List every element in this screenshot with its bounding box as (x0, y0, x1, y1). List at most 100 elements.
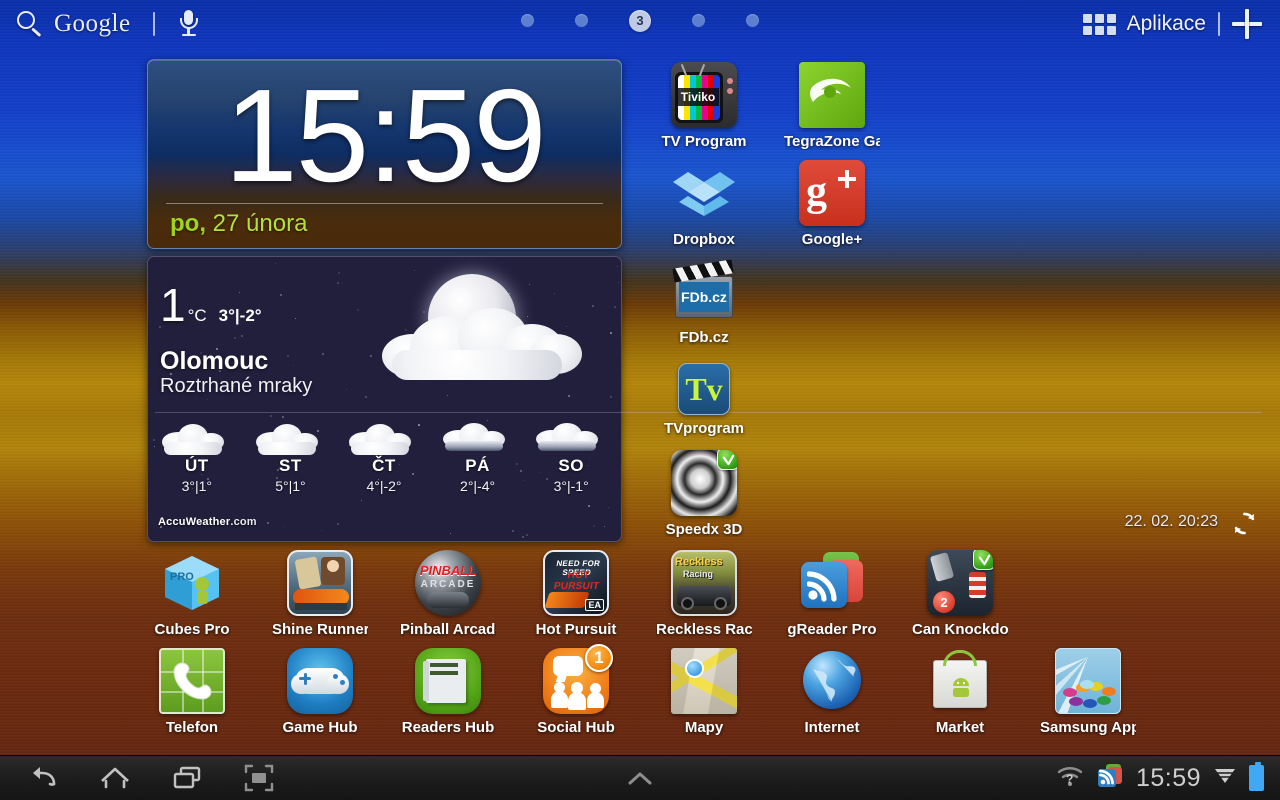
pinball-text: PINBALL (419, 563, 477, 578)
clock-divider (166, 203, 603, 204)
app-can-knockdown[interactable]: 2 Can Knockdov (912, 550, 1008, 638)
app-label: TegraZone Ga (784, 133, 880, 150)
app-reckless-racing[interactable]: Reckless Racing Reckless Racir (656, 550, 752, 638)
weather-high-low: 3°|-2° (218, 306, 262, 325)
app-label: Shine Runner (272, 621, 368, 638)
app-fdb[interactable]: FDb.cz FDb.cz (656, 258, 752, 346)
app-label: Dropbox (673, 231, 735, 248)
forecast-day-temps: 2°|-4° (460, 478, 496, 494)
system-navigation-bar: ? 15:59 (0, 755, 1280, 800)
app-greader-pro[interactable]: gReader Pro (784, 550, 880, 638)
forecast-day-3: PÁ 2°|-4° (431, 420, 525, 494)
app-tegrazone[interactable]: TegraZone Ga (784, 62, 880, 150)
can-knockdown-icon: 2 (927, 550, 993, 616)
page-dot-5[interactable] (746, 14, 759, 27)
page-dot-1[interactable] (521, 14, 534, 27)
weather-city: Olomouc (160, 347, 269, 375)
pinball-arcade-icon: PINBALL ARCADE (415, 550, 481, 616)
app-readers-hub[interactable]: Readers Hub (400, 648, 496, 736)
app-samsung-apps[interactable]: Samsung App (1040, 648, 1136, 736)
screenshot-icon[interactable] (242, 761, 276, 795)
shine-runner-icon (287, 550, 353, 616)
reckless-top-text: Reckless (675, 556, 723, 568)
fdb-clapperboard-icon: FDb.cz (671, 258, 737, 324)
app-label: Hot Pursuit (535, 621, 617, 638)
recent-apps-icon[interactable] (170, 761, 204, 795)
app-market[interactable]: Market (912, 648, 1008, 736)
forecast-day-label: ČT (372, 456, 396, 475)
android-market-icon (927, 648, 993, 714)
forecast-day-temps: 3°|-1° (553, 478, 589, 494)
forecast-day-temps: 4°|-2° (366, 478, 402, 494)
app-label: Social Hub (537, 719, 615, 736)
signal-bars-icon[interactable] (1214, 765, 1236, 792)
battery-icon[interactable] (1249, 762, 1264, 791)
chevron-up-icon[interactable] (618, 761, 662, 795)
app-google-plus[interactable]: g Google+ (784, 160, 880, 248)
social-hub-icon: 1 (543, 644, 613, 714)
app-label: Telefon (165, 719, 219, 736)
back-arrow-icon[interactable] (26, 761, 60, 795)
home-icon[interactable] (98, 761, 132, 795)
app-pinball-arcade[interactable]: PINBALL ARCADE Pinball Arcade (400, 550, 496, 638)
app-mapy[interactable]: Mapy (656, 648, 752, 736)
moon-behind-clouds-icon (380, 272, 590, 397)
accuweather-brand: AccuWeather.com (158, 516, 257, 528)
status-icons: ? 15:59 (1056, 762, 1280, 794)
tiviko-tv-icon: Tiviko (671, 62, 737, 128)
app-tv-program[interactable]: Tiviko TV Program (656, 62, 752, 150)
clock-date-text: 27 února (212, 210, 308, 237)
app-speedx[interactable]: Speedx 3D (656, 450, 752, 538)
app-label: gReader Pro (787, 621, 877, 638)
app-social-hub[interactable]: 1 Social Hub (528, 644, 624, 736)
greader-notification-icon[interactable] (1097, 763, 1123, 794)
app-label: Can Knockdov (912, 621, 1008, 638)
svg-text:PRO: PRO (170, 571, 194, 583)
cloudy-snow-icon (431, 420, 525, 456)
fdb-text: FDb.cz (679, 282, 729, 312)
weather-updated-time: 22. 02. 20:23 (1124, 513, 1218, 530)
app-internet[interactable]: Internet (784, 648, 880, 736)
app-label: Market (935, 719, 985, 736)
app-cubes-pro[interactable]: PRO Cubes Pro (144, 550, 240, 638)
app-label: Game Hub (282, 719, 358, 736)
cloudy-snow-icon (524, 420, 618, 456)
app-label: Internet (804, 719, 860, 736)
app-shine-runner[interactable]: Shine Runner (272, 550, 368, 638)
app-hot-pursuit[interactable]: NEED FOR SPEED HOT PURSUIT EA Hot Pursui… (528, 550, 624, 638)
wifi-question-icon[interactable]: ? (1056, 764, 1084, 793)
nav-buttons (0, 761, 276, 795)
app-label: Speedx 3D (665, 521, 743, 538)
samsung-apps-icon (1055, 648, 1121, 714)
cloudy-icon (337, 420, 431, 456)
weather-current-temp: 1 °C 3°|-2° (160, 278, 262, 332)
clock-widget[interactable]: 15:59 po, 27 února (147, 59, 622, 249)
page-dot-4[interactable] (692, 14, 705, 27)
google-plus-icon: g (799, 160, 865, 226)
weather-temp-unit: °C (187, 306, 207, 325)
app-telefon[interactable]: Telefon (144, 648, 240, 736)
cloudy-icon (150, 420, 244, 456)
phone-icon (159, 648, 225, 714)
refresh-icon[interactable] (1231, 510, 1258, 537)
app-label: FDb.cz (679, 329, 729, 346)
cubes-pro-icon: PRO (159, 550, 225, 616)
reckless-sub-text: Racing (683, 569, 714, 579)
nvidia-tegrazone-icon (799, 62, 865, 128)
greader-rss-icon (799, 550, 865, 616)
weather-temp-value: 1 (160, 279, 186, 331)
page-dot-2[interactable] (575, 14, 588, 27)
app-game-hub[interactable]: Game Hub (272, 648, 368, 736)
need-for-speed-hot-pursuit-icon: NEED FOR SPEED HOT PURSUIT EA (543, 550, 609, 616)
page-dot-3-active[interactable]: 3 (629, 9, 651, 32)
add-widget-icon[interactable] (1232, 9, 1262, 39)
app-dropbox[interactable]: Dropbox (656, 160, 752, 248)
app-label: Samsung App (1040, 719, 1136, 736)
forecast-day-label: ST (279, 456, 302, 475)
forecast-day-label: PÁ (465, 456, 490, 475)
app-tvprogram[interactable]: Tv TVprogram (656, 356, 752, 437)
clock-time: 15:59 (224, 62, 546, 209)
forecast-day-temps: 3°|1° (181, 478, 212, 494)
page-indicator[interactable]: 3 (0, 9, 1280, 32)
status-clock[interactable]: 15:59 (1136, 764, 1201, 793)
